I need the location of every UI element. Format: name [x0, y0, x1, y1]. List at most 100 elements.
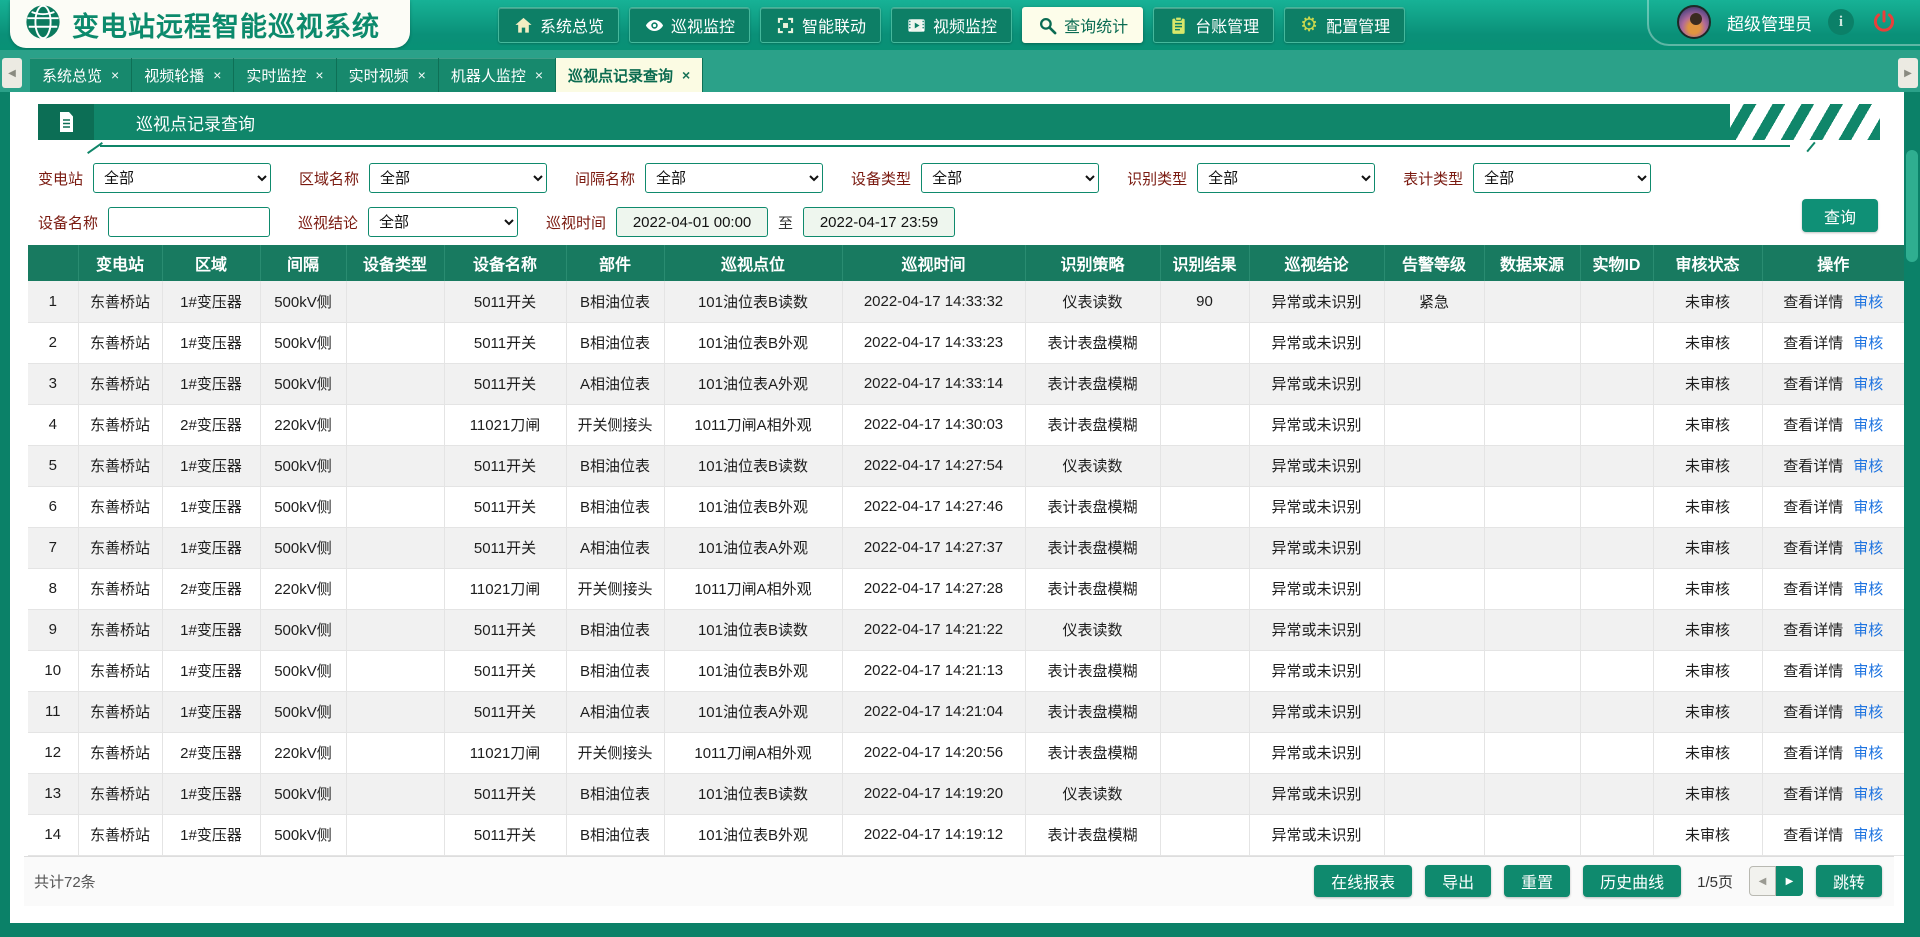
nav-config-button[interactable]: ⚙配置管理 [1284, 7, 1405, 43]
audit-link[interactable]: 审核 [1853, 499, 1883, 516]
view-detail-link[interactable]: 查看详情 [1783, 499, 1843, 516]
patrol-time-start-input[interactable] [616, 207, 768, 237]
meter-type-select[interactable]: 全部 [1473, 163, 1651, 193]
operation-cell: 查看详情审核 [1762, 732, 1904, 773]
table-cell: 12 [28, 732, 78, 773]
table-cell: 东善桥站 [78, 609, 162, 650]
view-detail-link[interactable]: 查看详情 [1783, 417, 1843, 434]
tab-实时监控[interactable]: 实时监控× [234, 58, 336, 92]
nav-query-button[interactable]: 查询统计 [1022, 7, 1143, 43]
audit-link[interactable]: 审核 [1853, 704, 1883, 721]
nav-patrol-button[interactable]: 巡视监控 [629, 7, 750, 43]
table-cell: 未审核 [1653, 691, 1762, 732]
device-name-input[interactable] [108, 207, 270, 237]
table-cell: 1#变压器 [162, 527, 260, 568]
audit-link[interactable]: 审核 [1853, 786, 1883, 803]
filter-recognition-type: 识别类型全部 [1127, 163, 1375, 193]
view-detail-link[interactable]: 查看详情 [1783, 786, 1843, 803]
table-cell: 500kV侧 [260, 445, 346, 486]
tab-scroll-left-icon[interactable]: ◀ [2, 58, 22, 88]
table-cell: 2022-04-17 14:33:23 [842, 322, 1025, 363]
jump-button[interactable]: 跳转 [1816, 865, 1882, 897]
query-button[interactable]: 查询 [1802, 199, 1878, 232]
nav-ledger-button[interactable]: 台账管理 [1153, 7, 1274, 43]
table-cell [1484, 814, 1580, 855]
table-cell: 东善桥站 [78, 486, 162, 527]
audit-link[interactable]: 审核 [1853, 540, 1883, 557]
view-detail-link[interactable]: 查看详情 [1783, 745, 1843, 762]
tab-close-icon[interactable]: × [418, 68, 426, 82]
tab-巡视点记录查询[interactable]: 巡视点记录查询× [556, 58, 703, 92]
nav-linkage-button[interactable]: 智能联动 [760, 7, 881, 43]
info-icon[interactable]: i [1828, 9, 1854, 35]
view-detail-link[interactable]: 查看详情 [1783, 581, 1843, 598]
tab-close-icon[interactable]: × [213, 68, 221, 82]
tab-系统总览[interactable]: 系统总览× [30, 58, 132, 92]
scrollbar-thumb[interactable] [1906, 150, 1918, 262]
table-cell [1484, 609, 1580, 650]
bay-name-select[interactable]: 全部 [645, 163, 823, 193]
table-cell: 500kV侧 [260, 650, 346, 691]
audit-link[interactable]: 审核 [1853, 458, 1883, 475]
nav-video-button[interactable]: 视频监控 [891, 7, 1012, 43]
audit-link[interactable]: 审核 [1853, 622, 1883, 639]
footer-button-重置[interactable]: 重置 [1504, 865, 1570, 897]
view-detail-link[interactable]: 查看详情 [1783, 458, 1843, 475]
tab-实时视频[interactable]: 实时视频× [337, 58, 439, 92]
patrol-conclusion-select[interactable]: 全部 [368, 207, 518, 237]
audit-link[interactable]: 审核 [1853, 581, 1883, 598]
table-cell: 表计表盘模糊 [1025, 486, 1160, 527]
table-cell: 101油位表B外观 [664, 814, 842, 855]
footer-button-历史曲线[interactable]: 历史曲线 [1583, 865, 1681, 897]
next-page-icon[interactable]: ▶ [1776, 866, 1803, 896]
station-select[interactable]: 全部 [93, 163, 271, 193]
view-detail-link[interactable]: 查看详情 [1783, 294, 1843, 311]
table-cell: 2022-04-17 14:27:37 [842, 527, 1025, 568]
tab-close-icon[interactable]: × [682, 68, 690, 82]
view-detail-link[interactable]: 查看详情 [1783, 335, 1843, 352]
audit-link[interactable]: 审核 [1853, 376, 1883, 393]
table-cell [1484, 445, 1580, 486]
footer-button-导出[interactable]: 导出 [1425, 865, 1491, 897]
audit-link[interactable]: 审核 [1853, 745, 1883, 762]
tab-close-icon[interactable]: × [111, 68, 119, 82]
power-icon[interactable] [1870, 8, 1898, 36]
audit-link[interactable]: 审核 [1853, 663, 1883, 680]
video-icon [906, 15, 926, 35]
table-cell [1384, 732, 1484, 773]
table-cell: A相油位表 [566, 363, 664, 404]
recognition-type-select[interactable]: 全部 [1197, 163, 1375, 193]
table-cell: 表计表盘模糊 [1025, 568, 1160, 609]
audit-link[interactable]: 审核 [1853, 294, 1883, 311]
footer-button-在线报表[interactable]: 在线报表 [1314, 865, 1412, 897]
avatar[interactable] [1677, 5, 1711, 39]
tab-机器人监控[interactable]: 机器人监控× [439, 58, 556, 92]
audit-link[interactable]: 审核 [1853, 335, 1883, 352]
view-detail-link[interactable]: 查看详情 [1783, 827, 1843, 844]
tab-scroll-right-icon[interactable]: ▶ [1898, 58, 1918, 88]
tab-视频轮播[interactable]: 视频轮播× [132, 58, 234, 92]
audit-link[interactable]: 审核 [1853, 417, 1883, 434]
table-cell [1580, 281, 1653, 322]
view-detail-link[interactable]: 查看详情 [1783, 663, 1843, 680]
table-cell: B相油位表 [566, 281, 664, 322]
device-type-select[interactable]: 全部 [921, 163, 1099, 193]
patrol-time-end-input[interactable] [803, 207, 955, 237]
table-row: 5东善桥站1#变压器500kV侧5011开关B相油位表101油位表B读数2022… [28, 445, 1904, 486]
view-detail-link[interactable]: 查看详情 [1783, 704, 1843, 721]
table-cell: 仪表读数 [1025, 609, 1160, 650]
view-detail-link[interactable]: 查看详情 [1783, 622, 1843, 639]
view-detail-link[interactable]: 查看详情 [1783, 540, 1843, 557]
records-table-wrap: 变电站区域间隔设备类型设备名称部件巡视点位巡视时间识别策略识别结果巡视结论告警等… [24, 245, 1894, 856]
prev-page-icon[interactable]: ◀ [1749, 866, 1776, 896]
nav-overview-button[interactable]: 系统总览 [498, 7, 619, 43]
home-icon [513, 15, 533, 35]
table-cell: B相油位表 [566, 650, 664, 691]
audit-link[interactable]: 审核 [1853, 827, 1883, 844]
area-name-select[interactable]: 全部 [369, 163, 547, 193]
tab-close-icon[interactable]: × [315, 68, 323, 82]
view-detail-link[interactable]: 查看详情 [1783, 376, 1843, 393]
tab-close-icon[interactable]: × [535, 68, 543, 82]
operation-cell: 查看详情审核 [1762, 527, 1904, 568]
table-row: 7东善桥站1#变压器500kV侧5011开关A相油位表101油位表A外观2022… [28, 527, 1904, 568]
